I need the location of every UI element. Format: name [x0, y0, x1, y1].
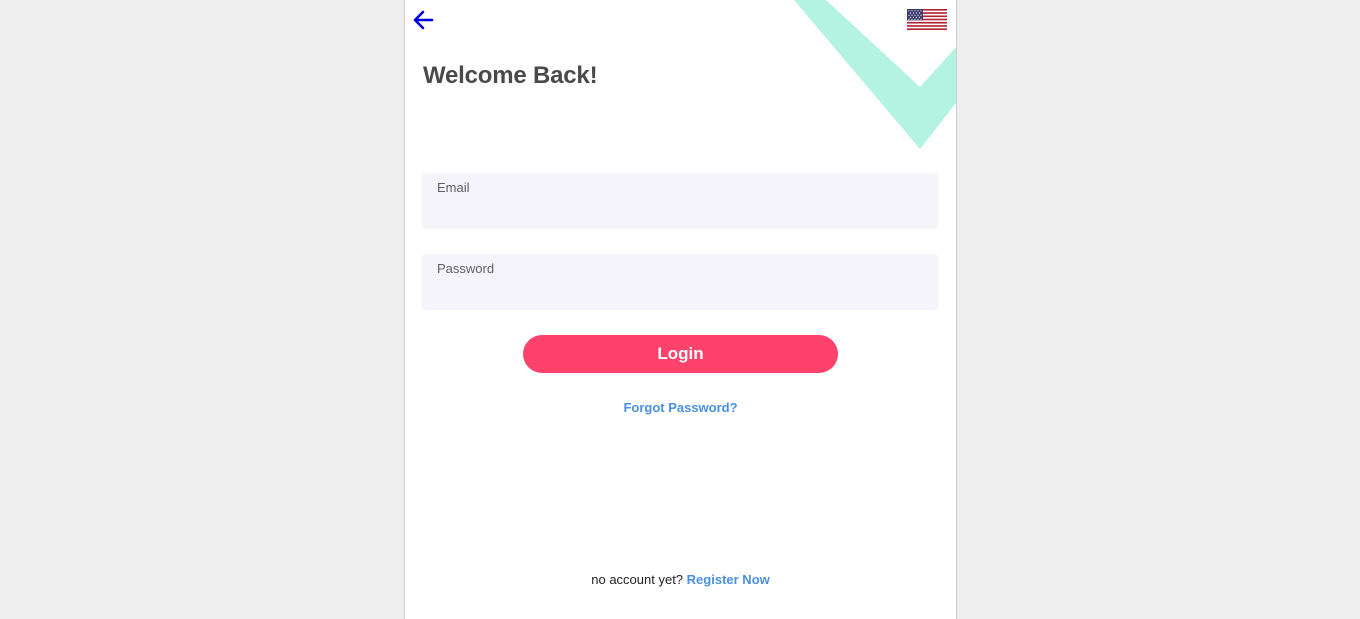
register-prompt-row: no account yet? Register Now: [405, 572, 956, 587]
language-selector[interactable]: [907, 9, 947, 30]
login-button[interactable]: Login: [523, 335, 838, 373]
us-flag-icon: [907, 9, 947, 30]
password-input[interactable]: [437, 280, 927, 306]
register-prompt-text: no account yet?: [591, 572, 684, 587]
email-field[interactable]: Email: [422, 173, 938, 229]
password-field[interactable]: Password: [422, 254, 938, 310]
back-button[interactable]: [411, 8, 435, 32]
email-label: Email: [437, 180, 470, 195]
forgot-password-link[interactable]: Forgot Password?: [405, 400, 956, 415]
page-title: Welcome Back!: [423, 62, 598, 89]
login-panel: Welcome Back! Email Password Login Forgo…: [404, 0, 957, 619]
email-input[interactable]: [437, 199, 927, 225]
password-label: Password: [437, 261, 495, 276]
register-now-link[interactable]: Register Now: [687, 572, 770, 587]
arrow-left-icon: [413, 10, 434, 30]
